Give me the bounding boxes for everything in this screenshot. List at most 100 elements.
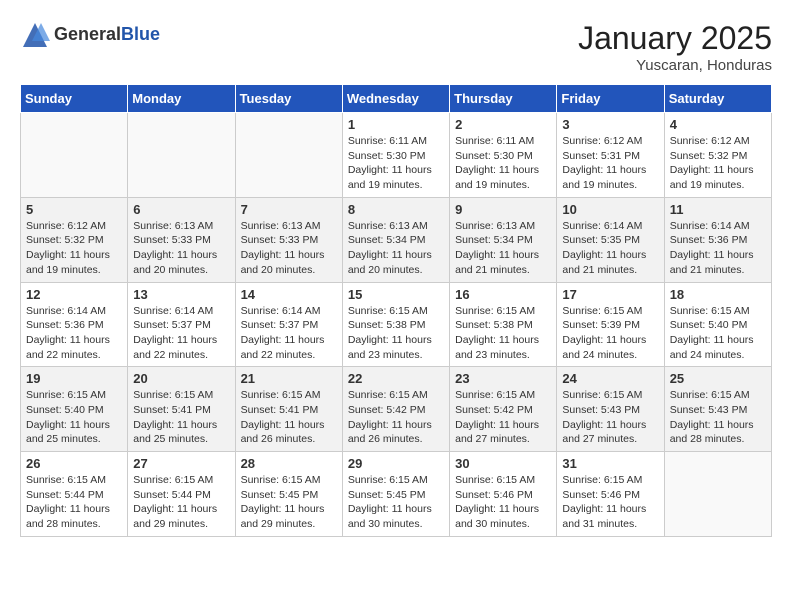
- calendar-week-row: 1 Sunrise: 6:11 AMSunset: 5:30 PMDaylight…: [21, 113, 772, 198]
- calendar-day-cell: 5 Sunrise: 6:12 AMSunset: 5:32 PMDaylight…: [21, 197, 128, 282]
- calendar-day-cell: 6 Sunrise: 6:13 AMSunset: 5:33 PMDaylight…: [128, 197, 235, 282]
- calendar-day-cell: 8 Sunrise: 6:13 AMSunset: 5:34 PMDaylight…: [342, 197, 449, 282]
- weekday-header-friday: Friday: [557, 85, 664, 113]
- day-number: 25: [670, 371, 766, 386]
- day-number: 24: [562, 371, 658, 386]
- calendar-day-cell: [664, 452, 771, 537]
- day-number: 4: [670, 117, 766, 132]
- day-number: 23: [455, 371, 551, 386]
- day-info: Sunrise: 6:15 AMSunset: 5:44 PMDaylight:…: [133, 473, 229, 532]
- day-number: 29: [348, 456, 444, 471]
- calendar-day-cell: 4 Sunrise: 6:12 AMSunset: 5:32 PMDaylight…: [664, 113, 771, 198]
- day-info: Sunrise: 6:15 AMSunset: 5:44 PMDaylight:…: [26, 473, 122, 532]
- calendar-day-cell: 16Sunrise: 6:15 AMSunset: 5:38 PMDayligh…: [450, 282, 557, 367]
- calendar-day-cell: [235, 113, 342, 198]
- day-number: 7: [241, 202, 337, 217]
- day-info: Sunrise: 6:15 AMSunset: 5:43 PMDaylight:…: [670, 388, 766, 447]
- calendar-week-row: 5 Sunrise: 6:12 AMSunset: 5:32 PMDaylight…: [21, 197, 772, 282]
- day-number: 17: [562, 287, 658, 302]
- calendar-day-cell: 10 Sunrise: 6:14 AMSunset: 5:35 PMDayligh…: [557, 197, 664, 282]
- day-info: Sunrise: 6:15 AMSunset: 5:46 PMDaylight:…: [455, 473, 551, 532]
- weekday-header-monday: Monday: [128, 85, 235, 113]
- day-info: Sunrise: 6:15 AMSunset: 5:38 PMDaylight:…: [348, 304, 444, 363]
- day-info: Sunrise: 6:11 AMSunset: 5:30 PMDaylight:…: [348, 134, 444, 193]
- weekday-header-tuesday: Tuesday: [235, 85, 342, 113]
- day-info: Sunrise: 6:15 AMSunset: 5:45 PMDaylight:…: [348, 473, 444, 532]
- calendar-day-cell: 30 Sunrise: 6:15 AMSunset: 5:46 PMDayligh…: [450, 452, 557, 537]
- calendar-week-row: 12 Sunrise: 6:14 AMSunset: 5:36 PMDayligh…: [21, 282, 772, 367]
- day-number: 14: [241, 287, 337, 302]
- calendar-week-row: 26 Sunrise: 6:15 AMSunset: 5:44 PMDayligh…: [21, 452, 772, 537]
- day-info: Sunrise: 6:11 AMSunset: 5:30 PMDaylight:…: [455, 134, 551, 193]
- day-number: 18: [670, 287, 766, 302]
- day-info: Sunrise: 6:15 AMSunset: 5:40 PMDaylight:…: [670, 304, 766, 363]
- day-info: Sunrise: 6:15 AMSunset: 5:42 PMDaylight:…: [348, 388, 444, 447]
- day-number: 26: [26, 456, 122, 471]
- day-number: 28: [241, 456, 337, 471]
- day-number: 30: [455, 456, 551, 471]
- day-info: Sunrise: 6:14 AMSunset: 5:37 PMDaylight:…: [133, 304, 229, 363]
- day-number: 1: [348, 117, 444, 132]
- day-info: Sunrise: 6:15 AMSunset: 5:41 PMDaylight:…: [133, 388, 229, 447]
- calendar-day-cell: 24Sunrise: 6:15 AMSunset: 5:43 PMDayligh…: [557, 367, 664, 452]
- calendar-week-row: 19 Sunrise: 6:15 AMSunset: 5:40 PMDayligh…: [21, 367, 772, 452]
- weekday-header-wednesday: Wednesday: [342, 85, 449, 113]
- calendar-day-cell: 19 Sunrise: 6:15 AMSunset: 5:40 PMDayligh…: [21, 367, 128, 452]
- logo: GeneralBlue: [20, 20, 160, 50]
- calendar-day-cell: 18 Sunrise: 6:15 AMSunset: 5:40 PMDayligh…: [664, 282, 771, 367]
- day-number: 22: [348, 371, 444, 386]
- calendar-day-cell: 2Sunrise: 6:11 AMSunset: 5:30 PMDaylight…: [450, 113, 557, 198]
- day-number: 9: [455, 202, 551, 217]
- day-info: Sunrise: 6:14 AMSunset: 5:37 PMDaylight:…: [241, 304, 337, 363]
- weekday-header-thursday: Thursday: [450, 85, 557, 113]
- calendar-day-cell: [128, 113, 235, 198]
- calendar-day-cell: 29 Sunrise: 6:15 AMSunset: 5:45 PMDayligh…: [342, 452, 449, 537]
- day-info: Sunrise: 6:12 AMSunset: 5:32 PMDaylight:…: [26, 219, 122, 278]
- day-info: Sunrise: 6:15 AMSunset: 5:39 PMDaylight:…: [562, 304, 658, 363]
- day-number: 12: [26, 287, 122, 302]
- day-info: Sunrise: 6:13 AMSunset: 5:33 PMDaylight:…: [133, 219, 229, 278]
- day-info: Sunrise: 6:13 AMSunset: 5:33 PMDaylight:…: [241, 219, 337, 278]
- calendar-day-cell: 23 Sunrise: 6:15 AMSunset: 5:42 PMDayligh…: [450, 367, 557, 452]
- day-info: Sunrise: 6:14 AMSunset: 5:35 PMDaylight:…: [562, 219, 658, 278]
- calendar-day-cell: 11Sunrise: 6:14 AMSunset: 5:36 PMDayligh…: [664, 197, 771, 282]
- day-number: 10: [562, 202, 658, 217]
- day-info: Sunrise: 6:14 AMSunset: 5:36 PMDaylight:…: [26, 304, 122, 363]
- day-number: 3: [562, 117, 658, 132]
- title-block: January 2025 Yuscaran, Honduras: [578, 20, 772, 74]
- calendar-table: SundayMondayTuesdayWednesdayThursdayFrid…: [20, 84, 772, 537]
- calendar-day-cell: 1 Sunrise: 6:11 AMSunset: 5:30 PMDaylight…: [342, 113, 449, 198]
- day-info: Sunrise: 6:13 AMSunset: 5:34 PMDaylight:…: [455, 219, 551, 278]
- day-number: 15: [348, 287, 444, 302]
- day-info: Sunrise: 6:15 AMSunset: 5:45 PMDaylight:…: [241, 473, 337, 532]
- calendar-day-cell: 13 Sunrise: 6:14 AMSunset: 5:37 PMDayligh…: [128, 282, 235, 367]
- calendar-day-cell: [21, 113, 128, 198]
- calendar-day-cell: 27Sunrise: 6:15 AMSunset: 5:44 PMDayligh…: [128, 452, 235, 537]
- weekday-header-sunday: Sunday: [21, 85, 128, 113]
- day-number: 8: [348, 202, 444, 217]
- calendar-header-row: SundayMondayTuesdayWednesdayThursdayFrid…: [21, 85, 772, 113]
- day-number: 31: [562, 456, 658, 471]
- calendar-day-cell: 9 Sunrise: 6:13 AMSunset: 5:34 PMDaylight…: [450, 197, 557, 282]
- calendar-day-cell: 17 Sunrise: 6:15 AMSunset: 5:39 PMDayligh…: [557, 282, 664, 367]
- day-info: Sunrise: 6:13 AMSunset: 5:34 PMDaylight:…: [348, 219, 444, 278]
- day-info: Sunrise: 6:15 AMSunset: 5:42 PMDaylight:…: [455, 388, 551, 447]
- page-header: GeneralBlue January 2025 Yuscaran, Hondu…: [20, 20, 772, 74]
- day-number: 6: [133, 202, 229, 217]
- day-info: Sunrise: 6:12 AMSunset: 5:31 PMDaylight:…: [562, 134, 658, 193]
- calendar-day-cell: 7 Sunrise: 6:13 AMSunset: 5:33 PMDaylight…: [235, 197, 342, 282]
- calendar-day-cell: 12 Sunrise: 6:14 AMSunset: 5:36 PMDayligh…: [21, 282, 128, 367]
- calendar-day-cell: 28 Sunrise: 6:15 AMSunset: 5:45 PMDayligh…: [235, 452, 342, 537]
- day-number: 5: [26, 202, 122, 217]
- day-info: Sunrise: 6:12 AMSunset: 5:32 PMDaylight:…: [670, 134, 766, 193]
- day-info: Sunrise: 6:15 AMSunset: 5:40 PMDaylight:…: [26, 388, 122, 447]
- location-title: Yuscaran, Honduras: [578, 57, 772, 74]
- calendar-day-cell: 26 Sunrise: 6:15 AMSunset: 5:44 PMDayligh…: [21, 452, 128, 537]
- calendar-day-cell: 21Sunrise: 6:15 AMSunset: 5:41 PMDayligh…: [235, 367, 342, 452]
- calendar-day-cell: 3 Sunrise: 6:12 AMSunset: 5:31 PMDaylight…: [557, 113, 664, 198]
- day-number: 19: [26, 371, 122, 386]
- day-number: 13: [133, 287, 229, 302]
- calendar-day-cell: 14 Sunrise: 6:14 AMSunset: 5:37 PMDayligh…: [235, 282, 342, 367]
- calendar-day-cell: 22 Sunrise: 6:15 AMSunset: 5:42 PMDayligh…: [342, 367, 449, 452]
- day-number: 20: [133, 371, 229, 386]
